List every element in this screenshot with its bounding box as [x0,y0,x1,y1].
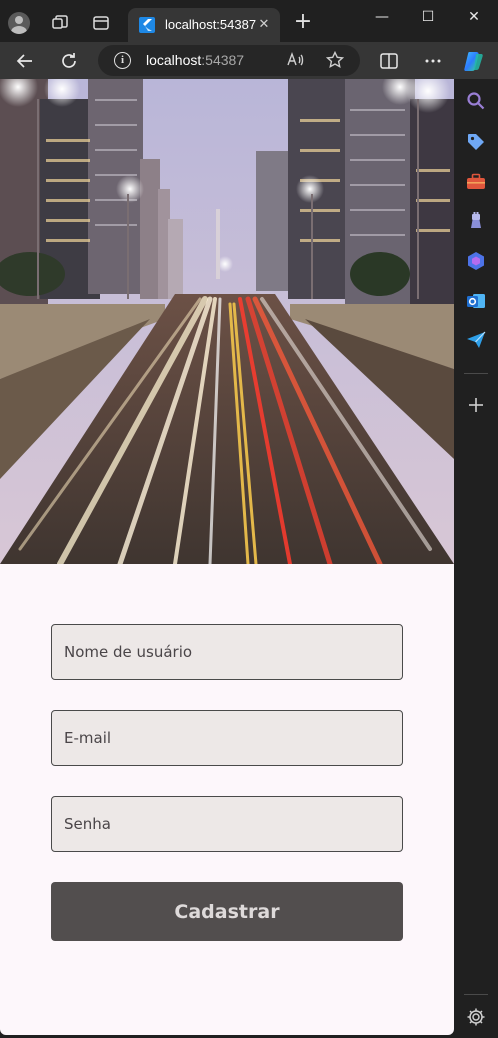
maximize-button[interactable]: ☐ [413,6,443,28]
register-button[interactable]: Cadastrar [51,882,403,941]
browser-sidebar [454,79,498,1038]
password-input[interactable] [52,797,402,851]
username-input[interactable] [52,625,402,679]
info-icon[interactable]: i [114,52,131,69]
new-tab-button[interactable]: + [292,11,314,34]
minimize-button[interactable]: — [367,6,397,28]
email-field[interactable] [51,710,403,766]
url-host: localhost [146,52,202,68]
flutter-favicon-icon [139,17,155,33]
refresh-icon[interactable] [57,49,81,73]
browser-titlebar: localhost:54387 ✕ + — ☐ ✕ [0,0,498,42]
search-icon[interactable] [465,90,487,112]
games-icon[interactable] [465,210,487,232]
send-icon[interactable] [465,329,487,351]
sidebar-divider-bottom [464,994,488,995]
page-viewport: Cadastrar [0,79,454,1035]
more-options-icon[interactable] [421,49,445,73]
tab-close-icon[interactable]: ✕ [256,17,272,33]
tab-actions-icon[interactable] [91,13,111,33]
star-icon[interactable] [325,50,345,70]
copilot-icon[interactable] [462,49,486,73]
split-screen-icon[interactable] [377,49,401,73]
close-window-button[interactable]: ✕ [459,6,489,28]
city-avenue-photo [0,79,454,564]
sidebar-divider [464,373,488,374]
username-field[interactable] [51,624,403,680]
url-port: :54387 [201,52,245,68]
outlook-icon[interactable] [465,290,487,312]
email-input[interactable] [52,711,402,765]
address-bar[interactable]: i localhost:54387 [98,45,360,76]
plus-icon[interactable] [465,394,487,416]
tag-icon[interactable] [465,131,487,153]
browser-toolbar: i localhost:54387 [0,42,498,79]
workspaces-icon[interactable] [50,13,70,33]
tab-title: localhost:54387 [165,17,257,32]
read-aloud-icon[interactable] [285,50,305,70]
password-field[interactable] [51,796,403,852]
back-arrow-icon[interactable] [13,49,37,73]
url-text[interactable]: localhost:54387 [146,52,244,68]
microsoft365-icon[interactable] [465,250,487,272]
profile-avatar-icon[interactable] [8,12,30,34]
active-tab[interactable]: localhost:54387 ✕ [128,8,280,42]
gear-icon[interactable] [465,1006,487,1028]
toolbox-icon[interactable] [465,171,487,193]
